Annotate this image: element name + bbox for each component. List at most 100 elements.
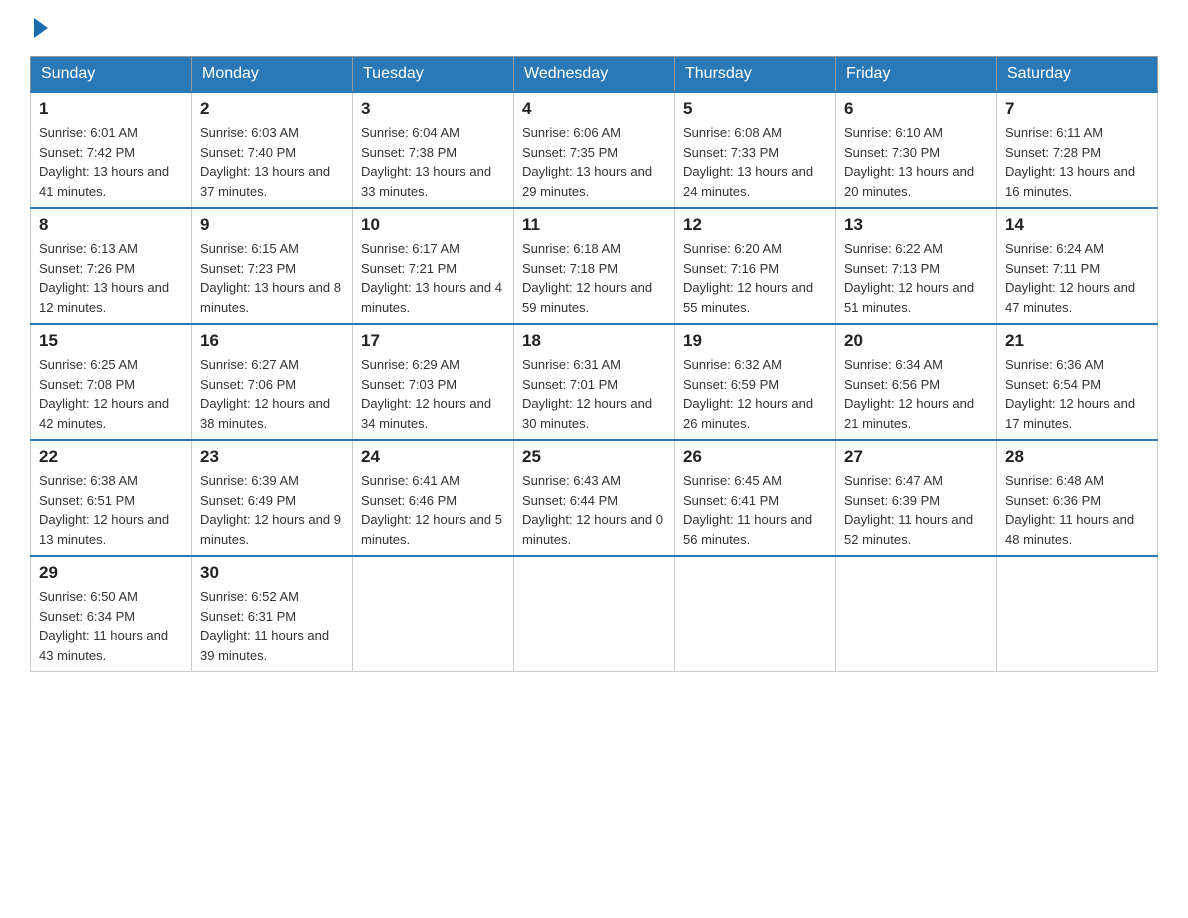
day-number: 23 [200, 447, 344, 467]
day-info: Sunrise: 6:15 AM Sunset: 7:23 PM Dayligh… [200, 239, 344, 317]
table-row: 2 Sunrise: 6:03 AM Sunset: 7:40 PM Dayli… [192, 92, 353, 208]
day-info: Sunrise: 6:43 AM Sunset: 6:44 PM Dayligh… [522, 471, 666, 549]
day-info: Sunrise: 6:24 AM Sunset: 7:11 PM Dayligh… [1005, 239, 1149, 317]
day-number: 18 [522, 331, 666, 351]
day-number: 22 [39, 447, 183, 467]
logo-arrow-icon [34, 18, 48, 38]
day-info: Sunrise: 6:22 AM Sunset: 7:13 PM Dayligh… [844, 239, 988, 317]
day-number: 8 [39, 215, 183, 235]
table-row: 27 Sunrise: 6:47 AM Sunset: 6:39 PM Dayl… [836, 440, 997, 556]
table-row [514, 556, 675, 672]
table-row: 15 Sunrise: 6:25 AM Sunset: 7:08 PM Dayl… [31, 324, 192, 440]
day-number: 24 [361, 447, 505, 467]
day-number: 2 [200, 99, 344, 119]
table-row: 21 Sunrise: 6:36 AM Sunset: 6:54 PM Dayl… [997, 324, 1158, 440]
day-info: Sunrise: 6:17 AM Sunset: 7:21 PM Dayligh… [361, 239, 505, 317]
day-info: Sunrise: 6:52 AM Sunset: 6:31 PM Dayligh… [200, 587, 344, 665]
col-monday: Monday [192, 57, 353, 93]
page-header [30, 20, 1158, 38]
day-number: 14 [1005, 215, 1149, 235]
table-row [353, 556, 514, 672]
calendar-table: Sunday Monday Tuesday Wednesday Thursday… [30, 56, 1158, 672]
day-number: 20 [844, 331, 988, 351]
table-row: 17 Sunrise: 6:29 AM Sunset: 7:03 PM Dayl… [353, 324, 514, 440]
table-row: 3 Sunrise: 6:04 AM Sunset: 7:38 PM Dayli… [353, 92, 514, 208]
day-info: Sunrise: 6:25 AM Sunset: 7:08 PM Dayligh… [39, 355, 183, 433]
day-number: 28 [1005, 447, 1149, 467]
table-row: 11 Sunrise: 6:18 AM Sunset: 7:18 PM Dayl… [514, 208, 675, 324]
day-info: Sunrise: 6:32 AM Sunset: 6:59 PM Dayligh… [683, 355, 827, 433]
day-number: 13 [844, 215, 988, 235]
day-number: 7 [1005, 99, 1149, 119]
day-number: 15 [39, 331, 183, 351]
day-info: Sunrise: 6:11 AM Sunset: 7:28 PM Dayligh… [1005, 123, 1149, 201]
day-number: 9 [200, 215, 344, 235]
day-number: 19 [683, 331, 827, 351]
day-info: Sunrise: 6:41 AM Sunset: 6:46 PM Dayligh… [361, 471, 505, 549]
day-info: Sunrise: 6:47 AM Sunset: 6:39 PM Dayligh… [844, 471, 988, 549]
day-info: Sunrise: 6:34 AM Sunset: 6:56 PM Dayligh… [844, 355, 988, 433]
col-thursday: Thursday [675, 57, 836, 93]
day-info: Sunrise: 6:18 AM Sunset: 7:18 PM Dayligh… [522, 239, 666, 317]
col-tuesday: Tuesday [353, 57, 514, 93]
day-number: 27 [844, 447, 988, 467]
day-info: Sunrise: 6:45 AM Sunset: 6:41 PM Dayligh… [683, 471, 827, 549]
table-row: 13 Sunrise: 6:22 AM Sunset: 7:13 PM Dayl… [836, 208, 997, 324]
day-info: Sunrise: 6:04 AM Sunset: 7:38 PM Dayligh… [361, 123, 505, 201]
col-saturday: Saturday [997, 57, 1158, 93]
table-row: 24 Sunrise: 6:41 AM Sunset: 6:46 PM Dayl… [353, 440, 514, 556]
table-row: 7 Sunrise: 6:11 AM Sunset: 7:28 PM Dayli… [997, 92, 1158, 208]
table-row: 5 Sunrise: 6:08 AM Sunset: 7:33 PM Dayli… [675, 92, 836, 208]
table-row: 1 Sunrise: 6:01 AM Sunset: 7:42 PM Dayli… [31, 92, 192, 208]
calendar-week-row: 22 Sunrise: 6:38 AM Sunset: 6:51 PM Dayl… [31, 440, 1158, 556]
day-info: Sunrise: 6:48 AM Sunset: 6:36 PM Dayligh… [1005, 471, 1149, 549]
day-number: 25 [522, 447, 666, 467]
day-number: 30 [200, 563, 344, 583]
day-info: Sunrise: 6:08 AM Sunset: 7:33 PM Dayligh… [683, 123, 827, 201]
col-wednesday: Wednesday [514, 57, 675, 93]
day-info: Sunrise: 6:50 AM Sunset: 6:34 PM Dayligh… [39, 587, 183, 665]
day-number: 4 [522, 99, 666, 119]
calendar-week-row: 15 Sunrise: 6:25 AM Sunset: 7:08 PM Dayl… [31, 324, 1158, 440]
day-info: Sunrise: 6:01 AM Sunset: 7:42 PM Dayligh… [39, 123, 183, 201]
day-number: 11 [522, 215, 666, 235]
day-info: Sunrise: 6:20 AM Sunset: 7:16 PM Dayligh… [683, 239, 827, 317]
day-info: Sunrise: 6:03 AM Sunset: 7:40 PM Dayligh… [200, 123, 344, 201]
day-info: Sunrise: 6:31 AM Sunset: 7:01 PM Dayligh… [522, 355, 666, 433]
table-row: 25 Sunrise: 6:43 AM Sunset: 6:44 PM Dayl… [514, 440, 675, 556]
table-row: 30 Sunrise: 6:52 AM Sunset: 6:31 PM Dayl… [192, 556, 353, 672]
col-sunday: Sunday [31, 57, 192, 93]
table-row: 4 Sunrise: 6:06 AM Sunset: 7:35 PM Dayli… [514, 92, 675, 208]
table-row: 28 Sunrise: 6:48 AM Sunset: 6:36 PM Dayl… [997, 440, 1158, 556]
day-number: 29 [39, 563, 183, 583]
calendar-week-row: 29 Sunrise: 6:50 AM Sunset: 6:34 PM Dayl… [31, 556, 1158, 672]
col-friday: Friday [836, 57, 997, 93]
day-number: 21 [1005, 331, 1149, 351]
calendar-header-row: Sunday Monday Tuesday Wednesday Thursday… [31, 57, 1158, 93]
day-info: Sunrise: 6:36 AM Sunset: 6:54 PM Dayligh… [1005, 355, 1149, 433]
day-number: 17 [361, 331, 505, 351]
table-row: 29 Sunrise: 6:50 AM Sunset: 6:34 PM Dayl… [31, 556, 192, 672]
day-number: 16 [200, 331, 344, 351]
day-info: Sunrise: 6:13 AM Sunset: 7:26 PM Dayligh… [39, 239, 183, 317]
day-number: 1 [39, 99, 183, 119]
day-number: 6 [844, 99, 988, 119]
table-row: 8 Sunrise: 6:13 AM Sunset: 7:26 PM Dayli… [31, 208, 192, 324]
table-row: 20 Sunrise: 6:34 AM Sunset: 6:56 PM Dayl… [836, 324, 997, 440]
table-row: 10 Sunrise: 6:17 AM Sunset: 7:21 PM Dayl… [353, 208, 514, 324]
table-row: 18 Sunrise: 6:31 AM Sunset: 7:01 PM Dayl… [514, 324, 675, 440]
day-number: 5 [683, 99, 827, 119]
table-row: 6 Sunrise: 6:10 AM Sunset: 7:30 PM Dayli… [836, 92, 997, 208]
table-row: 16 Sunrise: 6:27 AM Sunset: 7:06 PM Dayl… [192, 324, 353, 440]
day-number: 12 [683, 215, 827, 235]
calendar-week-row: 8 Sunrise: 6:13 AM Sunset: 7:26 PM Dayli… [31, 208, 1158, 324]
table-row [675, 556, 836, 672]
table-row: 14 Sunrise: 6:24 AM Sunset: 7:11 PM Dayl… [997, 208, 1158, 324]
table-row: 9 Sunrise: 6:15 AM Sunset: 7:23 PM Dayli… [192, 208, 353, 324]
table-row: 22 Sunrise: 6:38 AM Sunset: 6:51 PM Dayl… [31, 440, 192, 556]
table-row [997, 556, 1158, 672]
day-info: Sunrise: 6:06 AM Sunset: 7:35 PM Dayligh… [522, 123, 666, 201]
table-row: 19 Sunrise: 6:32 AM Sunset: 6:59 PM Dayl… [675, 324, 836, 440]
day-info: Sunrise: 6:39 AM Sunset: 6:49 PM Dayligh… [200, 471, 344, 549]
day-info: Sunrise: 6:27 AM Sunset: 7:06 PM Dayligh… [200, 355, 344, 433]
